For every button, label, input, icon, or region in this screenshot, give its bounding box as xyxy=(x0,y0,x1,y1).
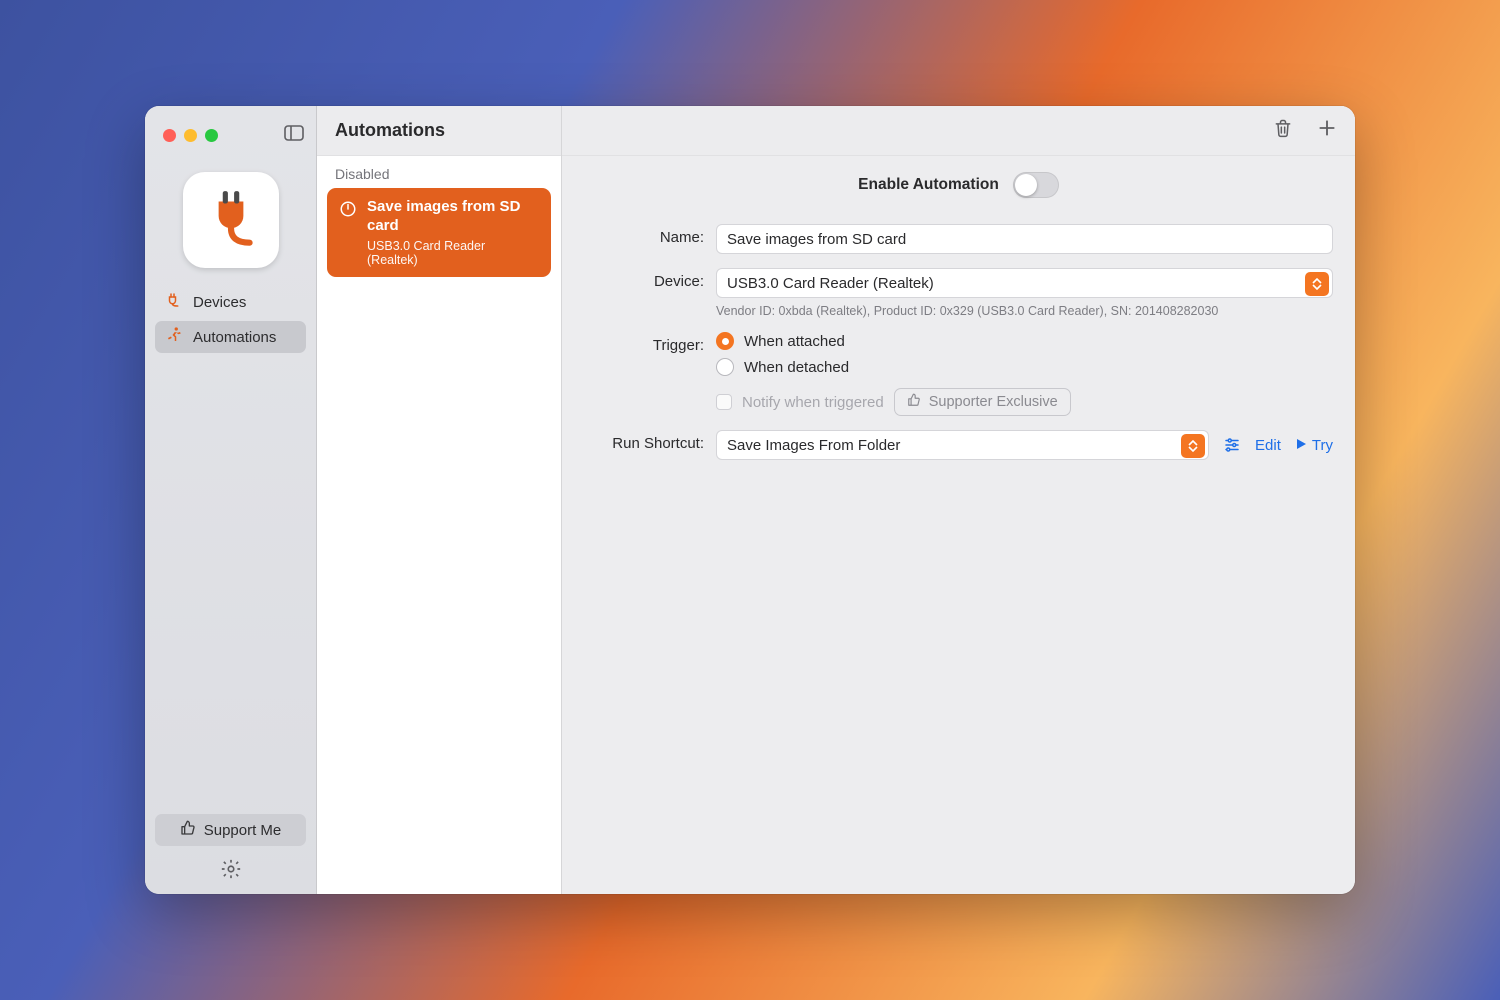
edit-shortcut-button[interactable]: Edit xyxy=(1255,437,1281,454)
thumbs-up-icon xyxy=(180,820,196,840)
app-window: Devices Automations Suppor xyxy=(145,106,1355,894)
trigger-attached-radio[interactable]: When attached xyxy=(716,332,1333,350)
shortcut-select[interactable]: Save Images From Folder xyxy=(716,430,1209,460)
sidebar-item-label: Automations xyxy=(193,329,276,346)
detail-panel: Enable Automation Name: Save images from… xyxy=(562,106,1355,894)
minimize-window-button[interactable] xyxy=(184,129,197,142)
sidebar-nav: Devices Automations xyxy=(145,286,316,353)
trigger-label: Trigger: xyxy=(584,332,704,354)
page-title: Automations xyxy=(317,106,561,156)
device-hint: Vendor ID: 0xbda (Realtek), Product ID: … xyxy=(716,304,1333,318)
try-shortcut-button[interactable]: Try xyxy=(1295,437,1333,454)
enable-automation-label: Enable Automation xyxy=(858,176,999,194)
add-button[interactable] xyxy=(1317,118,1337,143)
app-icon-container xyxy=(145,150,316,286)
device-label: Device: xyxy=(584,268,704,290)
list-section-label: Disabled xyxy=(317,156,561,188)
sidebar-item-label: Devices xyxy=(193,294,246,311)
plug-icon xyxy=(165,291,183,313)
support-me-label: Support Me xyxy=(204,822,282,839)
radio-icon xyxy=(716,332,734,350)
automation-item-title: Save images from SD card xyxy=(367,198,539,236)
name-label: Name: xyxy=(584,224,704,246)
supporter-exclusive-badge[interactable]: Supporter Exclusive xyxy=(894,388,1071,416)
shortcut-settings-icon[interactable] xyxy=(1223,436,1241,454)
support-me-button[interactable]: Support Me xyxy=(155,814,306,846)
sidebar-item-automations[interactable]: Automations xyxy=(155,321,306,353)
automation-list-panel: Automations Disabled Save images from SD… xyxy=(317,106,562,894)
notify-label: Notify when triggered xyxy=(742,394,884,411)
toggle-sidebar-icon[interactable] xyxy=(284,125,304,146)
app-icon xyxy=(183,172,279,268)
device-select[interactable]: USB3.0 Card Reader (Realtek) xyxy=(716,268,1333,298)
settings-button[interactable] xyxy=(145,858,316,894)
trigger-detached-radio[interactable]: When detached xyxy=(716,358,1333,376)
chevron-updown-icon xyxy=(1305,272,1329,296)
notify-checkbox[interactable] xyxy=(716,394,732,410)
thumbs-up-icon xyxy=(907,393,921,411)
fullscreen-window-button[interactable] xyxy=(205,129,218,142)
play-icon xyxy=(1295,437,1307,454)
sidebar-item-devices[interactable]: Devices xyxy=(155,286,306,318)
close-window-button[interactable] xyxy=(163,129,176,142)
radio-icon xyxy=(716,358,734,376)
automation-item-subtitle: USB3.0 Card Reader (Realtek) xyxy=(367,239,539,267)
detail-content: Enable Automation Name: Save images from… xyxy=(562,156,1355,894)
power-icon xyxy=(339,198,357,267)
delete-button[interactable] xyxy=(1273,117,1293,144)
automation-list-item[interactable]: Save images from SD card USB3.0 Card Rea… xyxy=(327,188,551,277)
running-person-icon xyxy=(165,326,183,348)
sidebar: Devices Automations Suppor xyxy=(145,106,317,894)
chevron-updown-icon xyxy=(1181,434,1205,458)
window-controls xyxy=(145,120,316,150)
name-input[interactable]: Save images from SD card xyxy=(716,224,1333,254)
enable-automation-toggle[interactable] xyxy=(1013,172,1059,198)
run-shortcut-label: Run Shortcut: xyxy=(584,430,704,452)
detail-toolbar xyxy=(562,106,1355,156)
